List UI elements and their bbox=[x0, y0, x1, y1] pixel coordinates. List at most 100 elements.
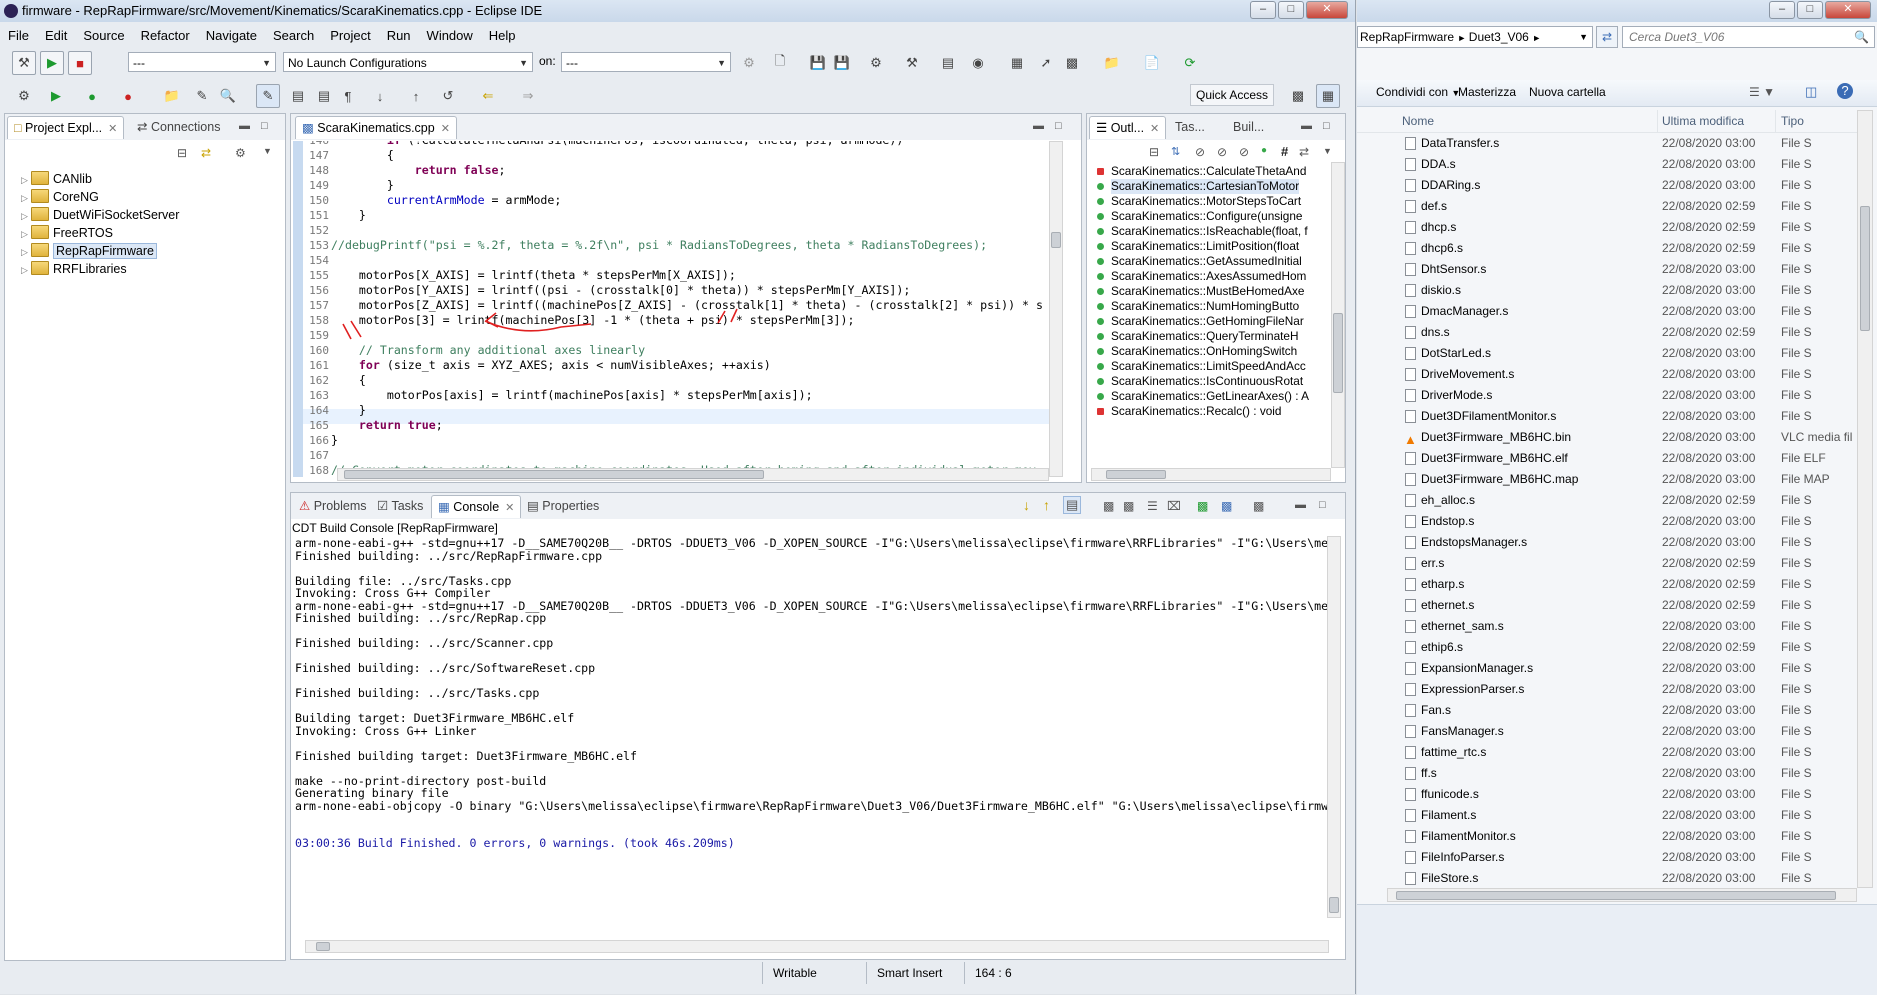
refresh-icon[interactable]: ⟳ bbox=[1178, 51, 1202, 75]
file-row[interactable]: ethernet_sam.s 22/08/2020 03:00 File S bbox=[1357, 616, 1857, 637]
outline-item[interactable]: ScaraKinematics::GetAssumedInitial bbox=[1097, 254, 1302, 269]
outline-vertical-scrollbar[interactable] bbox=[1331, 162, 1345, 468]
file-row[interactable]: ExpressionParser.s 22/08/2020 03:00 File S bbox=[1357, 679, 1857, 700]
view-options-icon[interactable]: ☰ ▼ bbox=[1749, 85, 1775, 99]
binary-icon[interactable]: ▤ bbox=[936, 51, 960, 75]
collapse-all-icon[interactable]: ⊟ bbox=[177, 146, 187, 160]
prev-annotation-icon[interactable]: ↑ bbox=[404, 84, 428, 108]
close-icon[interactable]: ✕ bbox=[108, 123, 117, 135]
column-type[interactable]: Tipo bbox=[1781, 114, 1804, 128]
explorer-vertical-scrollbar[interactable] bbox=[1857, 110, 1873, 888]
help-icon[interactable]: ? bbox=[1837, 83, 1853, 99]
filter-icon[interactable]: ⚙ bbox=[235, 146, 246, 160]
console-vertical-scrollbar[interactable] bbox=[1327, 536, 1341, 918]
link-editor-icon[interactable]: ⇄ bbox=[201, 146, 211, 160]
prev-error-icon[interactable]: ↑ bbox=[1043, 497, 1050, 513]
chevron-down-icon[interactable]: ▼ bbox=[1579, 27, 1588, 47]
coverage-icon[interactable]: ● bbox=[80, 84, 104, 108]
tab-properties[interactable]: ▤ Properties bbox=[521, 495, 605, 517]
outline-item[interactable]: ScaraKinematics::CartesianToMotor bbox=[1097, 179, 1300, 194]
hammer-menu-icon[interactable]: ⚒ bbox=[900, 51, 924, 75]
outline-item[interactable]: ScaraKinematics::QueryTerminateH bbox=[1097, 329, 1299, 344]
remove-all-icon[interactable]: ⌧ bbox=[1167, 499, 1181, 513]
build-hammer-icon[interactable]: ⚒ bbox=[12, 51, 36, 75]
editor-horizontal-scrollbar[interactable] bbox=[337, 468, 1049, 481]
file-row[interactable]: FansManager.s 22/08/2020 03:00 File S bbox=[1357, 721, 1857, 742]
menu-item-refactor[interactable]: Refactor bbox=[133, 26, 198, 43]
console-output[interactable]: arm-none-eabi-g++ -std=gnu++17 -D__SAME7… bbox=[291, 536, 1327, 936]
outline-item[interactable]: ScaraKinematics::OnHomingSwitch bbox=[1097, 344, 1297, 359]
file-row[interactable]: Duet3Firmware_MB6HC.elf 22/08/2020 03:00 F… bbox=[1357, 448, 1857, 469]
console-horizontal-scrollbar[interactable] bbox=[305, 940, 1329, 953]
expand-arrow-icon[interactable]: ▷ bbox=[21, 261, 31, 279]
outline-item[interactable]: ScaraKinematics::Recalc() : void bbox=[1097, 404, 1281, 419]
open-type-icon[interactable]: ▩ bbox=[1060, 51, 1084, 75]
close-window-button[interactable]: ✕ bbox=[1306, 1, 1348, 19]
menu-item-edit[interactable]: Edit bbox=[37, 26, 75, 43]
minimize-icon[interactable]: ▬ bbox=[1301, 120, 1312, 132]
close-icon[interactable]: ✕ bbox=[1150, 123, 1159, 135]
file-row[interactable]: ExpansionManager.s 22/08/2020 03:00 File S bbox=[1357, 658, 1857, 679]
user-icon[interactable]: ◉ bbox=[966, 51, 990, 75]
tab-connections[interactable]: ⇄ Connections bbox=[131, 116, 226, 138]
c-cpp-perspective-icon[interactable]: ▦ bbox=[1316, 84, 1340, 108]
stop-icon[interactable]: ■ bbox=[68, 51, 92, 75]
breadcrumb-duet3[interactable]: Duet3_V06 bbox=[1469, 30, 1529, 44]
view-menu-icon[interactable]: ▼ bbox=[263, 146, 272, 156]
burn-button[interactable]: Masterizza bbox=[1458, 85, 1516, 99]
outline-item[interactable]: ScaraKinematics::NumHomingButto bbox=[1097, 299, 1299, 314]
menu-item-window[interactable]: Window bbox=[419, 26, 481, 43]
new-folder-button[interactable]: Nuova cartella bbox=[1529, 85, 1606, 99]
breadcrumb-reprapfirmware[interactable]: RepRapFirmware bbox=[1358, 30, 1454, 44]
file-row[interactable]: dns.s 22/08/2020 02:59 File S bbox=[1357, 322, 1857, 343]
maximize-icon[interactable]: □ bbox=[261, 120, 268, 132]
tab-project-explorer[interactable]: □ Project Expl... ✕ bbox=[7, 116, 125, 139]
save-all-icon[interactable]: 💾 bbox=[830, 51, 854, 75]
hash-icon[interactable]: # bbox=[1281, 144, 1288, 159]
maximize-icon[interactable]: □ bbox=[1055, 120, 1062, 132]
new-icon[interactable]: 🗋 bbox=[768, 51, 792, 75]
maximize-icon[interactable]: □ bbox=[1323, 120, 1330, 132]
file-row[interactable]: Fan.s 22/08/2020 03:00 File S bbox=[1357, 700, 1857, 721]
file-row[interactable]: FilamentMonitor.s 22/08/2020 03:00 File S bbox=[1357, 826, 1857, 847]
file-row[interactable]: DotStarLed.s 22/08/2020 03:00 File S bbox=[1357, 343, 1857, 364]
file-row[interactable]: DriveMovement.s 22/08/2020 03:00 File S bbox=[1357, 364, 1857, 385]
display-console-icon[interactable]: ▩ bbox=[1123, 499, 1134, 513]
file-row[interactable]: ethip6.s 22/08/2020 02:59 File S bbox=[1357, 637, 1857, 658]
edit-icon[interactable]: ✎ bbox=[190, 84, 214, 108]
project-item[interactable]: ▷ DuetWiFiSocketServer bbox=[21, 206, 179, 224]
open-project-icon[interactable]: 📁 bbox=[160, 84, 184, 108]
maximize-icon[interactable]: □ bbox=[1319, 499, 1326, 511]
last-edit-icon[interactable]: ↺ bbox=[436, 84, 460, 108]
minimize-icon[interactable]: ▬ bbox=[1295, 499, 1306, 511]
hide-static-icon[interactable]: ⊘ bbox=[1217, 145, 1227, 159]
view-menu-icon[interactable]: ▼ bbox=[1323, 146, 1332, 156]
file-row[interactable]: diskio.s 22/08/2020 03:00 File S bbox=[1357, 280, 1857, 301]
link-icon[interactable]: ⇄ bbox=[1299, 145, 1309, 159]
file-row[interactable]: dhcp.s 22/08/2020 02:59 File S bbox=[1357, 217, 1857, 238]
search-field[interactable]: Cerca Duet3_V06 🔍 bbox=[1622, 26, 1875, 48]
maximize-button[interactable]: □ bbox=[1278, 1, 1304, 19]
hide-nonpublic-icon[interactable]: ⊘ bbox=[1239, 145, 1249, 159]
tab-tasks[interactable]: ☑ Tasks bbox=[371, 495, 429, 517]
sort-icon[interactable]: ⇅ bbox=[1171, 145, 1180, 158]
expand-arrow-icon[interactable]: ▷ bbox=[21, 207, 31, 225]
gear-icon[interactable]: ⚙ bbox=[737, 51, 761, 75]
menu-item-help[interactable]: Help bbox=[481, 26, 524, 43]
preview-pane-icon[interactable]: ◫ bbox=[1805, 84, 1817, 100]
outline-item[interactable]: ScaraKinematics::Configure(unsigne bbox=[1097, 209, 1302, 224]
clear-console-icon[interactable]: ☰ bbox=[1147, 499, 1158, 513]
menu-item-run[interactable]: Run bbox=[379, 26, 419, 43]
maximize-button[interactable]: □ bbox=[1797, 1, 1823, 19]
tab-problems[interactable]: ⚠ Problems bbox=[293, 495, 373, 517]
file-row[interactable]: Duet3DFilamentMonitor.s 22/08/2020 03:00 F… bbox=[1357, 406, 1857, 427]
pin-icon[interactable]: ➚ bbox=[1034, 51, 1058, 75]
outline-item[interactable]: ScaraKinematics::LimitPosition(float bbox=[1097, 239, 1299, 254]
scrollbar-thumb[interactable] bbox=[1396, 891, 1836, 900]
outline-item[interactable]: ScaraKinematics::GetHomingFileNar bbox=[1097, 314, 1304, 329]
launch-config-select[interactable]: No Launch Configurations ▼ bbox=[283, 52, 533, 72]
run-icon[interactable]: ▶ bbox=[40, 51, 64, 75]
address-bar[interactable]: RepRapFirmware ► Duet3_V06 ► ▼ bbox=[1357, 26, 1593, 48]
file-row[interactable]: DriverMode.s 22/08/2020 03:00 File S bbox=[1357, 385, 1857, 406]
file-row[interactable]: Duet3Firmware_MB6HC.map 22/08/2020 03:00 F… bbox=[1357, 469, 1857, 490]
